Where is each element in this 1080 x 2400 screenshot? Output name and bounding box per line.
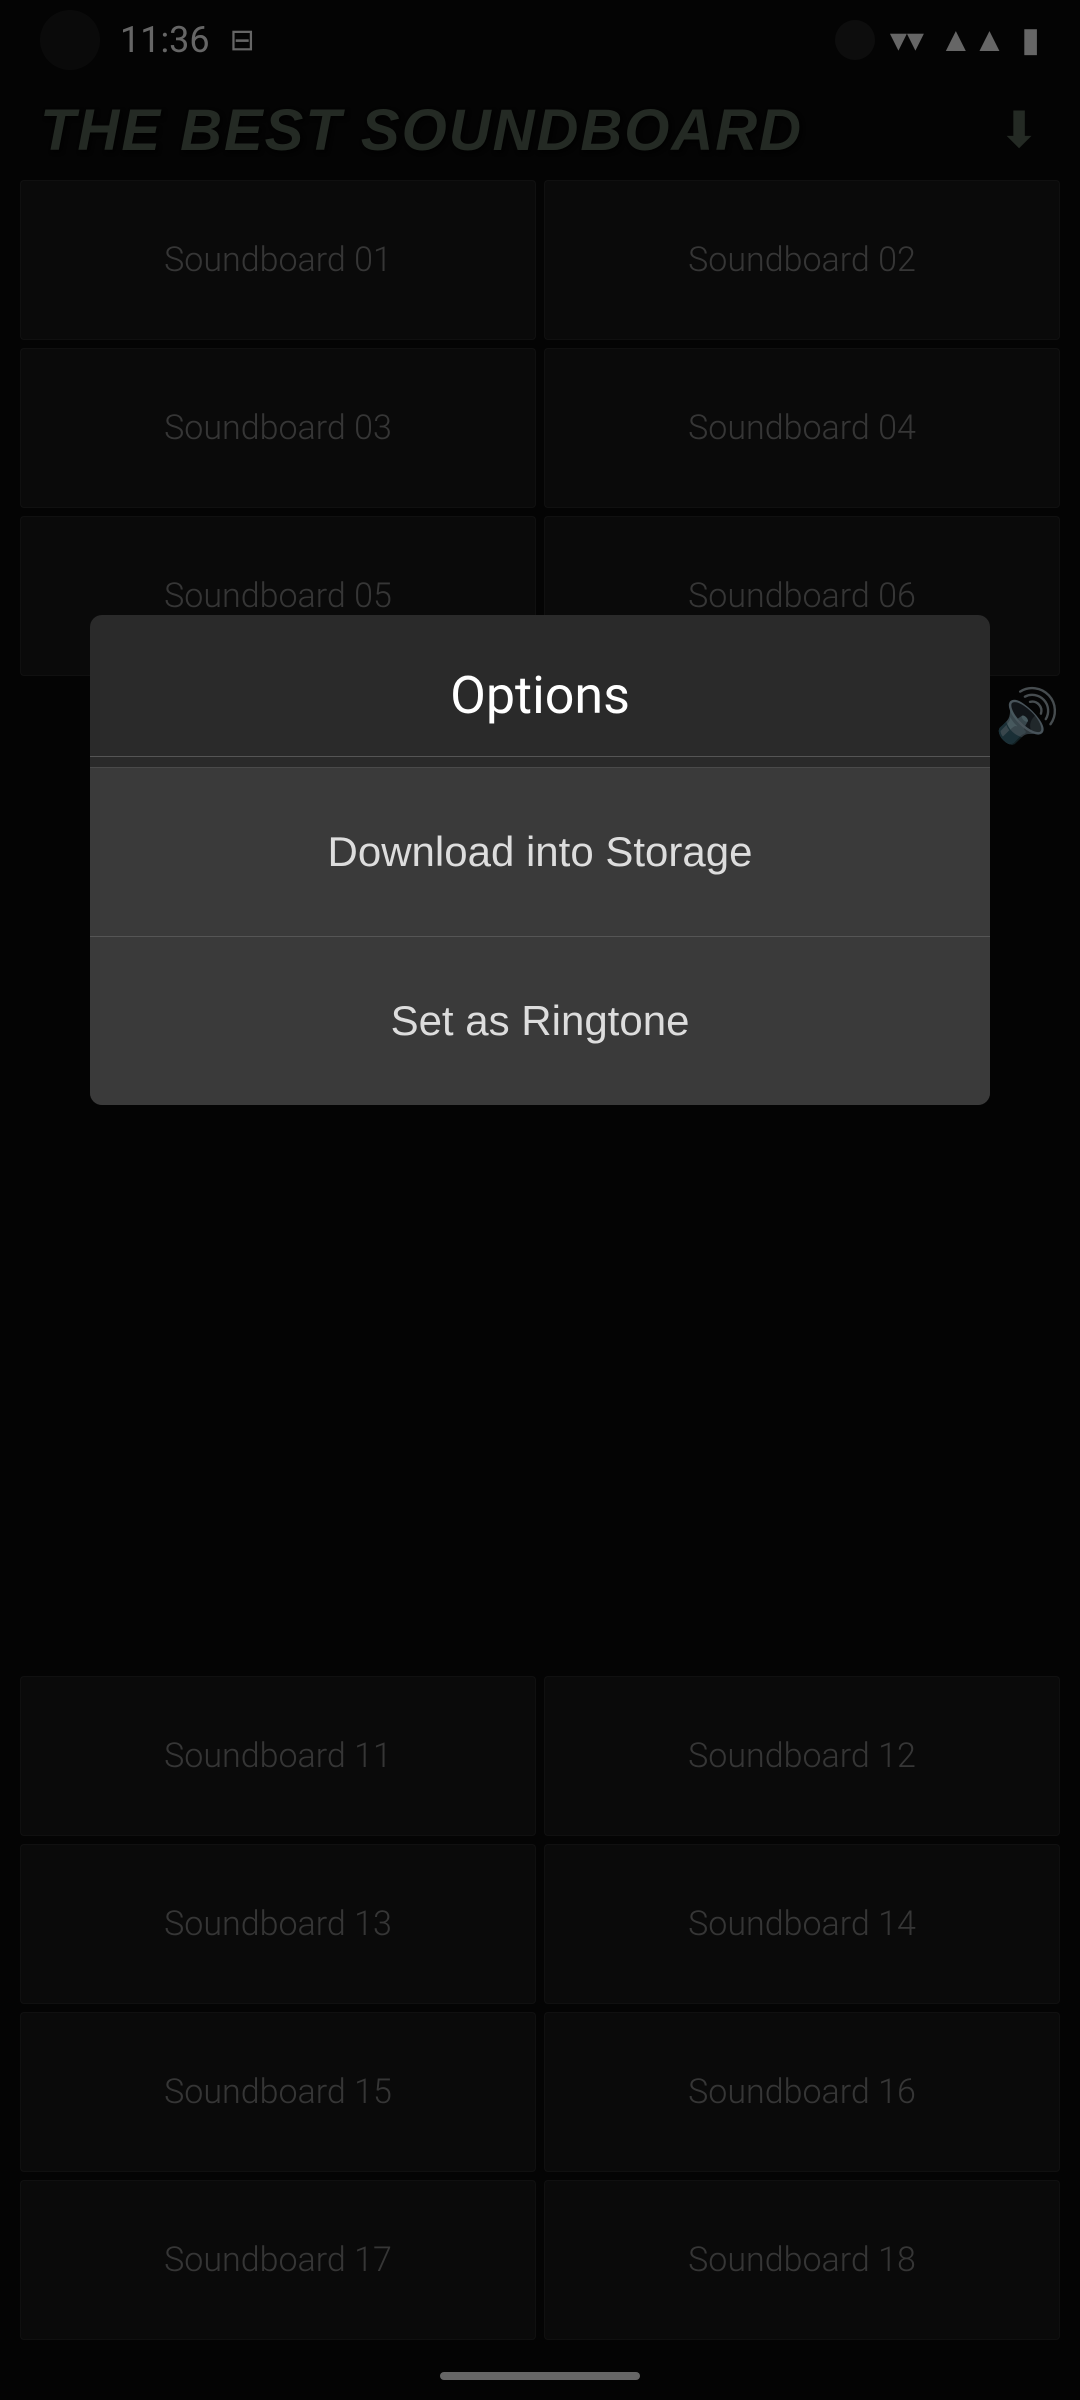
set-ringtone-button[interactable]: Set as Ringtone — [90, 936, 990, 1105]
modal-title: Options — [90, 615, 990, 756]
modal-divider — [90, 756, 990, 757]
options-modal: Options Download into Storage Set as Rin… — [90, 615, 990, 1105]
modal-overlay[interactable] — [0, 0, 1080, 2400]
download-storage-button[interactable]: Download into Storage — [90, 767, 990, 936]
page-wrapper: 11:36 ⊟ ▾▾ ▲▲ ▮ THE BEST SOUNDBOARD ⬇ So… — [0, 0, 1080, 2400]
